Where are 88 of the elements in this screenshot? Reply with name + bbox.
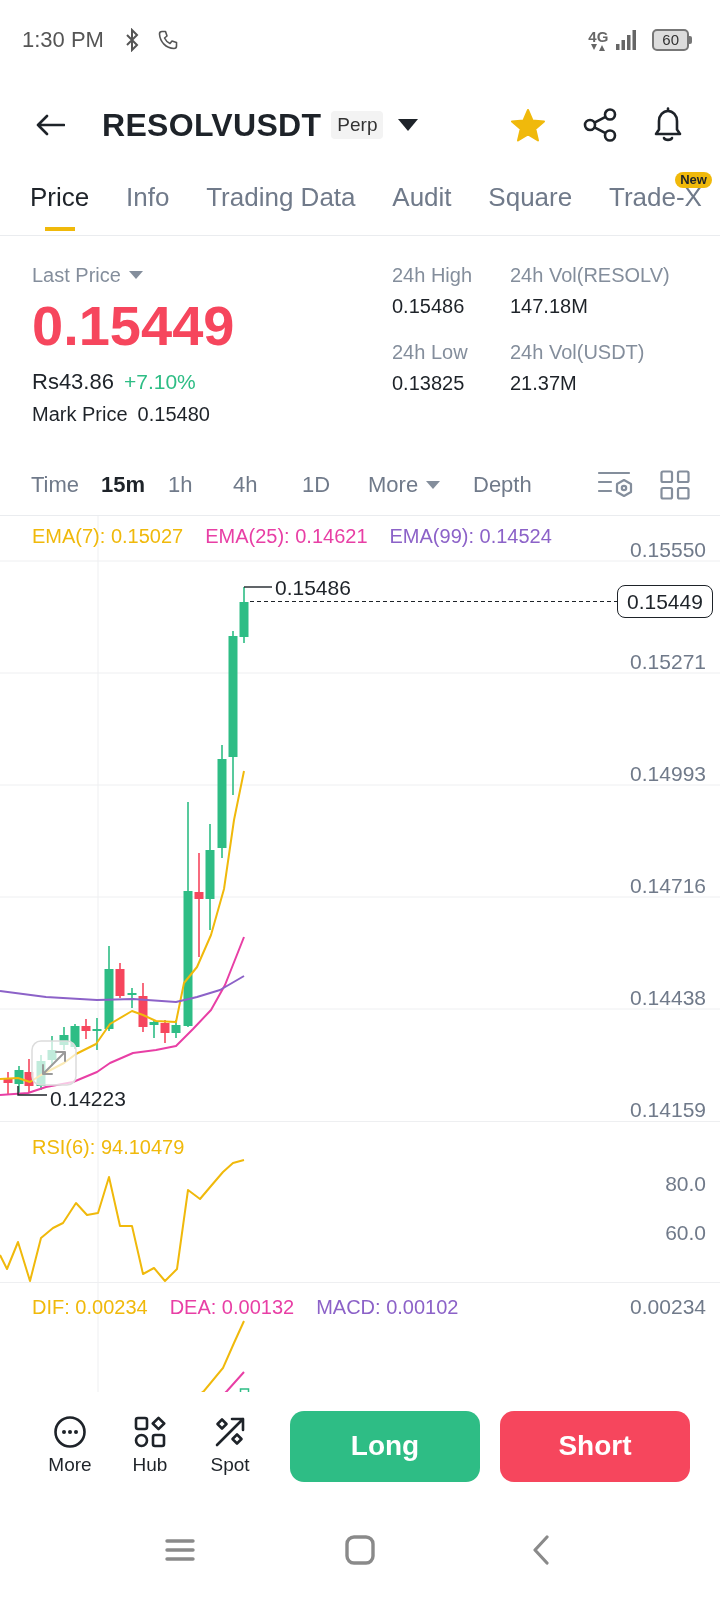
phone-icon <box>157 30 178 50</box>
interval-option[interactable]: Depth <box>473 472 532 498</box>
rsi-axis-label: 60.0 <box>665 1221 706 1244</box>
indicator-legend: EMA(7): 0.15027 <box>32 524 184 548</box>
share-icon[interactable] <box>583 108 617 142</box>
toolbar-button[interactable]: More <box>30 1416 110 1476</box>
long-button[interactable]: Long <box>290 1410 480 1482</box>
interval-option[interactable]: 4h <box>233 472 258 498</box>
rsi-legend: RSI(6): 94.10479 <box>32 1135 185 1159</box>
indicator-legend: DEA: 0.00132 <box>169 1295 295 1319</box>
macd-axis-label: 0.00234 <box>630 1295 706 1318</box>
rising-candle <box>127 987 137 1009</box>
indicator-legend: MACD: 0.00102 <box>316 1295 459 1319</box>
price-axis-label: 0.14438 <box>630 986 706 1009</box>
price-axis-label: 0.14159 <box>630 1098 706 1121</box>
toolbar-button[interactable]: Hub <box>110 1416 190 1476</box>
toolbar-button[interactable]: Spot <box>190 1416 270 1476</box>
price-axis-label: 0.15271 <box>630 650 706 673</box>
macd-bar <box>239 1388 250 1392</box>
stat-value: 21.37M <box>510 371 578 395</box>
low-price-label: 0.14223 <box>50 1087 126 1110</box>
back-arrow-icon[interactable] <box>35 114 65 136</box>
stat-value: 0.15486 <box>392 294 466 318</box>
pair-symbol: RESOLVUSDT <box>102 106 322 144</box>
caret-icon <box>426 481 441 489</box>
interval-dropdown[interactable]: More <box>368 472 441 498</box>
more-icon <box>54 1416 86 1448</box>
price-change: +7.10% <box>123 369 196 395</box>
battery-indicator: 60 <box>652 29 692 51</box>
back-chevron-icon[interactable] <box>533 1535 549 1565</box>
high-price-label: 0.15486 <box>275 576 351 599</box>
interval-option[interactable]: 1h <box>168 472 193 498</box>
interval-option[interactable]: 1D <box>302 472 331 498</box>
indicator-legend: DIF: 0.00234 <box>32 1295 148 1319</box>
interval-option[interactable]: Time <box>31 472 80 498</box>
contract-tag: Perp <box>331 111 384 139</box>
status-time: 1:30 PM <box>22 27 104 53</box>
expand-icon[interactable] <box>31 1040 77 1086</box>
star-icon[interactable] <box>511 108 545 142</box>
interval-option[interactable]: 15m <box>101 472 146 498</box>
last-price: 0.15449 <box>32 296 236 356</box>
layout-grid-icon[interactable] <box>660 470 690 500</box>
rising-candle <box>14 1065 24 1096</box>
price-axis-label: 0.14716 <box>630 874 706 897</box>
falling-candle <box>115 962 125 999</box>
mark-price-label: Mark Price <box>32 403 128 425</box>
tab[interactable]: Square <box>488 170 573 233</box>
tab[interactable]: Price <box>30 170 90 233</box>
signal-icon <box>616 30 637 50</box>
falling-candle <box>160 1019 170 1044</box>
falling-candle <box>81 1018 91 1040</box>
last-price-label[interactable]: Last Price <box>32 263 121 287</box>
menu-icon[interactable] <box>165 1538 195 1562</box>
stat-label: 24h Low <box>392 340 469 364</box>
price-axis-label: 0.14993 <box>630 762 706 785</box>
data-arrows-icon <box>590 44 607 51</box>
leader-line <box>243 586 273 588</box>
apps-icon <box>134 1416 166 1448</box>
mark-price: 0.15480 <box>137 403 210 425</box>
leader-line <box>17 1085 48 1096</box>
tab[interactable]: Trading Data <box>206 170 356 233</box>
local-price: Rs43.86 <box>32 369 114 395</box>
tab[interactable]: Audit <box>392 170 452 233</box>
dea-line <box>223 1371 245 1392</box>
indicator-legend: EMA(99): 0.14524 <box>389 524 552 548</box>
network-type-label: 4G <box>588 29 609 44</box>
stat-value: 0.13825 <box>392 371 466 395</box>
diagonal-arrow-icon <box>214 1416 246 1448</box>
last-price-tag: 0.15449 <box>617 585 713 618</box>
rsi-axis-label: 80.0 <box>665 1172 706 1195</box>
rising-candle <box>92 1017 102 1051</box>
price-axis-label: 0.15550 <box>630 538 706 561</box>
tab[interactable]: Info <box>126 170 170 233</box>
new-badge: New <box>675 172 712 188</box>
dif-line <box>199 1320 245 1392</box>
stat-label: 24h High <box>392 263 474 287</box>
falling-candle <box>138 982 148 1033</box>
short-button[interactable]: Short <box>500 1410 690 1482</box>
tab[interactable]: Trade-X New <box>609 170 712 233</box>
bluetooth-icon <box>123 28 140 52</box>
stat-label: 24h Vol(USDT) <box>510 340 646 364</box>
indicator-legend: EMA(25): 0.14621 <box>205 524 368 548</box>
stat-value: 147.18M <box>510 294 589 318</box>
home-square-icon[interactable] <box>345 1535 375 1565</box>
stat-label: 24h Vol(RESOLV) <box>510 263 670 287</box>
falling-candle <box>3 1071 13 1096</box>
rising-candle <box>149 1019 159 1039</box>
caret-icon[interactable] <box>398 119 419 131</box>
